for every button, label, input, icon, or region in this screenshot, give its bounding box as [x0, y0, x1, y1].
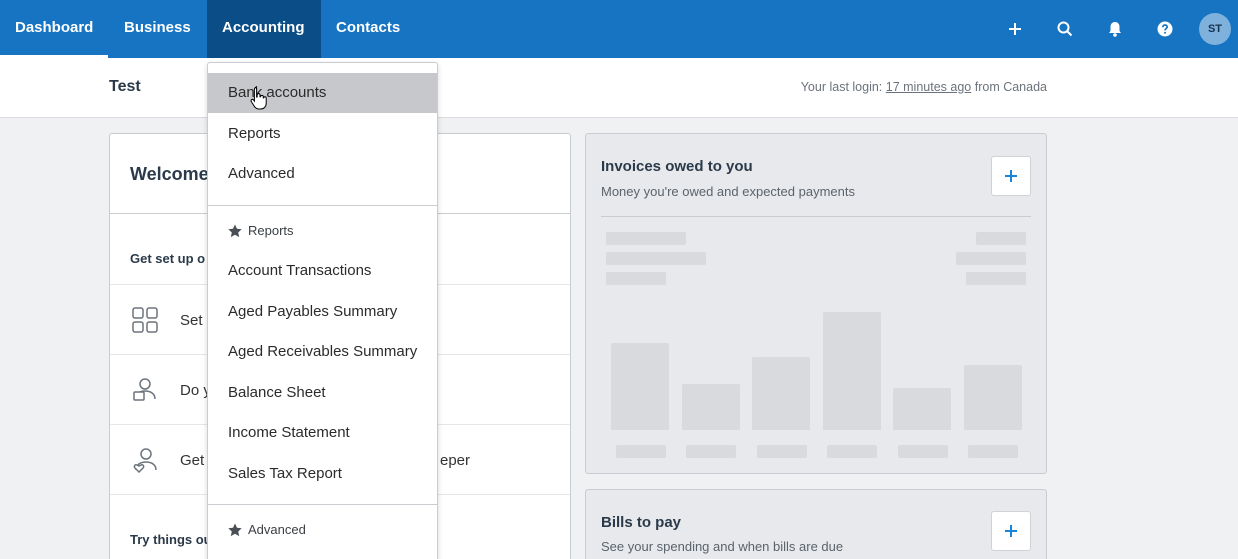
setup-row-text: Set: [180, 312, 203, 329]
skeleton-line: [606, 252, 706, 265]
invoices-title: Invoices owed to you: [601, 158, 753, 175]
bell-icon[interactable]: [1100, 14, 1130, 44]
divider: [208, 504, 437, 505]
reports-section-header: Reports: [228, 223, 294, 238]
skeleton-label: [968, 445, 1018, 458]
skeleton-line: [606, 232, 686, 245]
invoices-subtitle: Money you're owed and expected payments: [601, 184, 855, 199]
placeholder-bar: [752, 357, 810, 430]
skeleton-label: [686, 445, 736, 458]
skeleton-line: [976, 232, 1026, 245]
skeleton-line: [606, 272, 666, 285]
reports-section-label: Reports: [248, 223, 294, 238]
skeleton-line: [956, 252, 1026, 265]
skeleton-label: [827, 445, 877, 458]
skeleton-label: [616, 445, 666, 458]
plus-icon[interactable]: [1000, 14, 1030, 44]
menu-item-advanced[interactable]: Advanced: [208, 154, 437, 194]
setup-row-text: Get: [180, 452, 205, 469]
menu-item-income-statement[interactable]: Income Statement: [208, 413, 437, 453]
placeholder-bar: [611, 343, 669, 430]
welcome-title: Welcome: [130, 164, 209, 184]
placeholder-bar: [964, 365, 1022, 430]
menu-item-reports[interactable]: Reports: [208, 114, 437, 154]
plus-icon: [1005, 170, 1017, 182]
menu-item-balance-sheet[interactable]: Balance Sheet: [208, 373, 437, 413]
avatar[interactable]: ST: [1199, 13, 1231, 45]
star-icon: [228, 523, 242, 536]
search-icon[interactable]: [1050, 14, 1080, 44]
nav-contacts[interactable]: Contacts: [321, 0, 415, 58]
menu-item-aged-receivables[interactable]: Aged Receivables Summary: [208, 332, 437, 372]
advanced-section-header: Advanced: [228, 522, 306, 537]
star-icon: [228, 224, 242, 237]
bills-card: Bills to pay See your spending and when …: [585, 489, 1047, 559]
placeholder-bar: [893, 388, 951, 430]
nav-accounting[interactable]: Accounting: [207, 0, 321, 58]
menu-item-aged-payables[interactable]: Aged Payables Summary: [208, 292, 437, 332]
add-invoice-button[interactable]: [991, 156, 1031, 196]
bills-subtitle: See your spending and when bills are due: [601, 539, 844, 554]
org-header: Test Your last login: 17 minutes ago fro…: [0, 58, 1238, 118]
last-login-suffix: from Canada: [974, 80, 1047, 94]
plus-icon: [1005, 525, 1017, 537]
setup-row-text-suffix: eper: [440, 452, 471, 469]
try-heading: Try things ou: [130, 532, 212, 547]
bills-title: Bills to pay: [601, 514, 682, 531]
user-card-icon: [133, 378, 156, 401]
skeleton-line: [966, 272, 1026, 285]
placeholder-bar: [682, 384, 740, 430]
user-heart-icon: [133, 448, 157, 473]
skeleton-label: [757, 445, 807, 458]
help-icon[interactable]: [1150, 14, 1180, 44]
skeleton-label: [898, 445, 948, 458]
invoices-card: Invoices owed to you Money you're owed a…: [585, 133, 1047, 474]
divider: [208, 205, 437, 206]
org-name[interactable]: Test: [109, 78, 141, 96]
placeholder-bar: [823, 312, 881, 430]
advanced-section-label: Advanced: [248, 522, 306, 537]
nav-business[interactable]: Business: [109, 0, 206, 58]
last-login-link[interactable]: 17 minutes ago: [886, 80, 971, 94]
hand-cursor-icon: [250, 87, 267, 110]
nav-dashboard[interactable]: Dashboard: [0, 0, 109, 58]
top-nav: Dashboard Business Accounting Contacts S…: [0, 0, 1238, 58]
accounting-menu: Bank accounts Reports Advanced Reports A…: [207, 62, 438, 559]
last-login: Your last login: 17 minutes ago from Can…: [801, 80, 1047, 94]
last-login-prefix: Your last login:: [800, 80, 883, 94]
setup-heading: Get set up o: [130, 251, 206, 266]
grid-icon: [132, 307, 158, 333]
menu-item-sales-tax-report[interactable]: Sales Tax Report: [208, 454, 437, 494]
divider: [601, 216, 1031, 217]
menu-item-account-transactions[interactable]: Account Transactions: [208, 251, 437, 291]
add-bill-button[interactable]: [991, 511, 1031, 551]
menu-item-bank-accounts[interactable]: Bank accounts: [208, 73, 437, 113]
